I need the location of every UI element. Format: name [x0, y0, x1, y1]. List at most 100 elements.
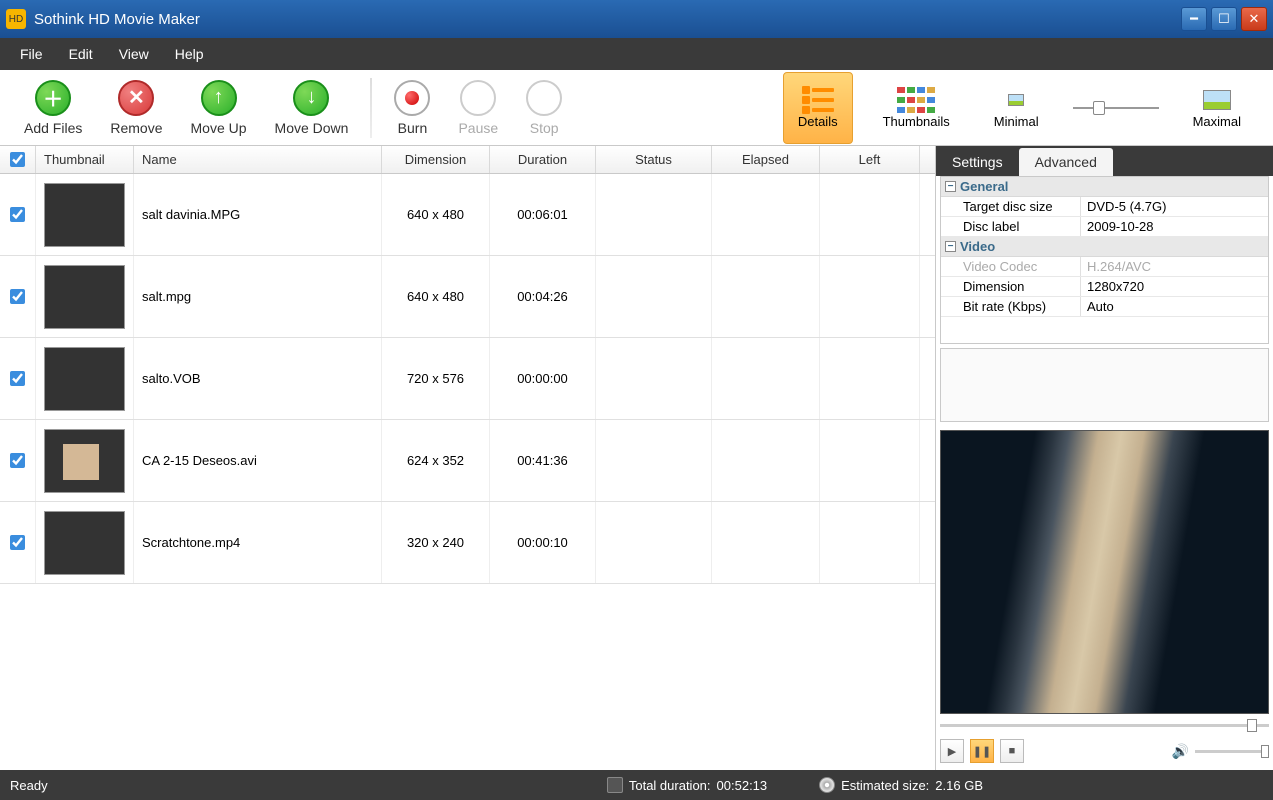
thumbnails-icon: [898, 86, 934, 114]
column-duration[interactable]: Duration: [490, 146, 596, 173]
toolbar: ＋ Add Files ✕ Remove ↑ Move Up ↓ Move Do…: [0, 70, 1273, 146]
file-left: [820, 420, 920, 501]
column-dimension[interactable]: Dimension: [382, 146, 490, 173]
preview-pause-button[interactable]: ❚❚: [970, 739, 994, 763]
seek-handle-icon[interactable]: [1247, 719, 1257, 732]
file-thumbnail: [44, 265, 125, 329]
group-video[interactable]: −Video: [941, 237, 1268, 257]
stop-icon: ■: [526, 80, 562, 116]
file-status: [596, 256, 712, 337]
row-checkbox[interactable]: [10, 535, 25, 550]
file-status: [596, 502, 712, 583]
column-elapsed[interactable]: Elapsed: [712, 146, 820, 173]
video-preview[interactable]: [940, 430, 1269, 714]
file-thumbnail: [44, 347, 125, 411]
table-row[interactable]: Scratchtone.mp4320 x 24000:00:10: [0, 502, 935, 584]
seek-bar[interactable]: [940, 716, 1269, 734]
volume-slider[interactable]: [1195, 750, 1269, 753]
menu-help[interactable]: Help: [163, 42, 216, 66]
table-row[interactable]: salt.mpg640 x 48000:04:26: [0, 256, 935, 338]
row-checkbox[interactable]: [10, 453, 25, 468]
file-dimension: 640 x 480: [382, 256, 490, 337]
preview-stop-button[interactable]: ■: [1000, 739, 1024, 763]
details-view-button[interactable]: Details: [783, 72, 853, 144]
file-elapsed: [712, 338, 820, 419]
prop-target-disc-size[interactable]: Target disc sizeDVD-5 (4.7G): [941, 197, 1268, 217]
x-icon: ✕: [118, 80, 154, 116]
file-status: [596, 174, 712, 255]
thumbnail-size-slider[interactable]: [1073, 107, 1159, 109]
column-name[interactable]: Name: [134, 146, 382, 173]
collapse-icon[interactable]: −: [945, 241, 956, 252]
stop-button[interactable]: ■ Stop: [520, 72, 568, 144]
title-bar: HD Sothink HD Movie Maker ━ ☐ ✕: [0, 0, 1273, 38]
file-thumbnail: [44, 511, 125, 575]
menu-file[interactable]: File: [8, 42, 55, 66]
prop-dimension[interactable]: Dimension1280x720: [941, 277, 1268, 297]
column-left[interactable]: Left: [820, 146, 920, 173]
row-checkbox[interactable]: [10, 207, 25, 222]
file-dimension: 624 x 352: [382, 420, 490, 501]
film-icon: [607, 777, 623, 793]
properties-grid[interactable]: −General Target disc sizeDVD-5 (4.7G) Di…: [940, 176, 1269, 344]
arrow-up-icon: ↑: [201, 80, 237, 116]
file-name: CA 2-15 Deseos.avi: [134, 420, 382, 501]
file-elapsed: [712, 420, 820, 501]
file-left: [820, 502, 920, 583]
table-row[interactable]: salto.VOB720 x 57600:00:00: [0, 338, 935, 420]
remove-button[interactable]: ✕ Remove: [104, 72, 168, 144]
property-description: [940, 348, 1269, 422]
file-name: salt.mpg: [134, 256, 382, 337]
picture-large-icon: [1199, 86, 1235, 114]
play-button[interactable]: ▶: [940, 739, 964, 763]
add-files-button[interactable]: ＋ Add Files: [18, 72, 88, 144]
menu-bar: File Edit View Help: [0, 38, 1273, 70]
slider-thumb-icon[interactable]: [1093, 101, 1105, 115]
table-row[interactable]: salt davinia.MPG640 x 48000:06:01: [0, 174, 935, 256]
move-down-button[interactable]: ↓ Move Down: [269, 72, 355, 144]
burn-button[interactable]: Burn: [388, 72, 436, 144]
table-row[interactable]: CA 2-15 Deseos.avi624 x 35200:41:36: [0, 420, 935, 502]
file-name: Scratchtone.mp4: [134, 502, 382, 583]
file-duration: 00:06:01: [490, 174, 596, 255]
file-dimension: 640 x 480: [382, 174, 490, 255]
minimize-button[interactable]: ━: [1181, 7, 1207, 31]
maximize-button[interactable]: ☐: [1211, 7, 1237, 31]
menu-view[interactable]: View: [107, 42, 161, 66]
minimal-size-button[interactable]: Minimal: [980, 72, 1053, 144]
status-bar: Ready Total duration: 00:52:13 Estimated…: [0, 770, 1273, 800]
file-elapsed: [712, 502, 820, 583]
tab-advanced[interactable]: Advanced: [1019, 148, 1113, 176]
prop-video-codec[interactable]: Video CodecH.264/AVC: [941, 257, 1268, 277]
menu-edit[interactable]: Edit: [57, 42, 105, 66]
row-checkbox[interactable]: [10, 289, 25, 304]
file-left: [820, 256, 920, 337]
file-dimension: 320 x 240: [382, 502, 490, 583]
file-duration: 00:00:00: [490, 338, 596, 419]
details-icon: [800, 86, 836, 114]
window-title: Sothink HD Movie Maker: [34, 11, 1181, 28]
tab-settings[interactable]: Settings: [936, 148, 1019, 176]
row-checkbox[interactable]: [10, 371, 25, 386]
thumbnails-view-button[interactable]: Thumbnails: [869, 72, 964, 144]
close-button[interactable]: ✕: [1241, 7, 1267, 31]
group-general[interactable]: −General: [941, 177, 1268, 197]
column-status[interactable]: Status: [596, 146, 712, 173]
file-left: [820, 174, 920, 255]
move-up-button[interactable]: ↑ Move Up: [185, 72, 253, 144]
status-total-duration: Total duration: 00:52:13: [607, 777, 767, 793]
pause-icon: ❚❚: [460, 80, 496, 116]
select-all-checkbox[interactable]: [10, 152, 25, 167]
prop-bit-rate[interactable]: Bit rate (Kbps)Auto: [941, 297, 1268, 317]
maximal-size-button[interactable]: Maximal: [1179, 72, 1255, 144]
file-thumbnail: [44, 429, 125, 493]
column-thumbnail[interactable]: Thumbnail: [36, 146, 134, 173]
file-status: [596, 338, 712, 419]
collapse-icon[interactable]: −: [945, 181, 956, 192]
volume-handle-icon[interactable]: [1261, 745, 1269, 758]
pause-button[interactable]: ❚❚ Pause: [452, 72, 504, 144]
side-panel: Settings Advanced −General Target disc s…: [936, 146, 1273, 770]
arrow-down-icon: ↓: [293, 80, 329, 116]
prop-disc-label[interactable]: Disc label2009-10-28: [941, 217, 1268, 237]
volume-icon[interactable]: 🔊: [1172, 743, 1189, 760]
